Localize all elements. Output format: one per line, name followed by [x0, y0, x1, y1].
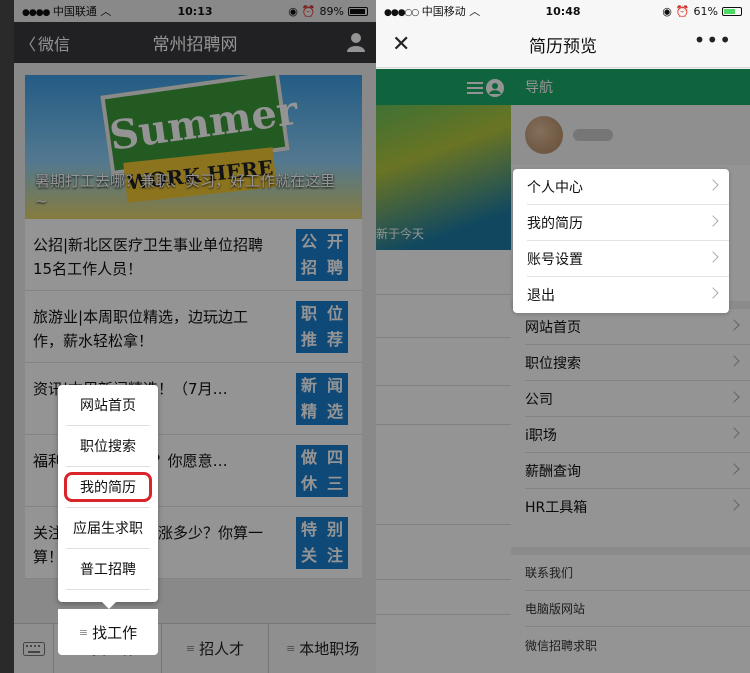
- submenu-item-general-labor[interactable]: 普工招聘: [66, 549, 150, 590]
- tab-find-job-active[interactable]: ≡ 找工作: [58, 609, 158, 655]
- submenu-popup: 网站首页 职位搜索 我的简历 应届生求职 普工招聘: [58, 385, 158, 609]
- left-phone-screen: ●●●● 中国联通 ︿ 10:13 ◉ ⏰ 89% 〈微信 常州招聘网 Summ…: [14, 0, 376, 673]
- chevron-right-icon: [707, 215, 719, 227]
- submenu-item-my-resume[interactable]: 我的简历: [64, 467, 152, 508]
- dim-overlay: [376, 69, 750, 673]
- popup-arrow: [102, 602, 116, 609]
- dropdown-item-logout[interactable]: 退出: [527, 277, 729, 313]
- chevron-right-icon: [707, 287, 719, 299]
- status-bar: ●●●○○ 中国移动 ︿ 10:48 ◉ ⏰ 61%: [376, 0, 750, 22]
- clock: 10:48: [545, 4, 581, 18]
- chevron-right-icon: [707, 251, 719, 263]
- preview-body: 新于今天 导航 网站首页 职位搜索 公司 i职场 薪酬查询 HR工具箱 联系我们…: [376, 69, 750, 673]
- highlight-box: [64, 472, 152, 502]
- close-button[interactable]: ✕: [392, 32, 410, 57]
- submenu-item-job-search[interactable]: 职位搜索: [66, 426, 150, 467]
- dropdown-item-my-resume[interactable]: 我的简历: [527, 205, 729, 241]
- dropdown-item-personal-center[interactable]: 个人中心: [527, 169, 729, 205]
- navigation-bar: ✕ 简历预览 •••: [376, 22, 750, 68]
- chevron-right-icon: [707, 179, 719, 191]
- right-phone-screen: ●●●○○ 中国移动 ︿ 10:48 ◉ ⏰ 61% ✕ 简历预览 ••• 新于…: [376, 0, 750, 673]
- more-options-button[interactable]: •••: [694, 28, 732, 52]
- dropdown-item-account-settings[interactable]: 账号设置: [527, 241, 729, 277]
- battery-icon: [722, 6, 742, 16]
- submenu-item-graduates[interactable]: 应届生求职: [66, 508, 150, 549]
- account-dropdown: 个人中心 我的简历 账号设置 退出: [513, 169, 729, 313]
- menu-icon: ≡: [78, 625, 89, 639]
- submenu-item-home[interactable]: 网站首页: [66, 385, 150, 426]
